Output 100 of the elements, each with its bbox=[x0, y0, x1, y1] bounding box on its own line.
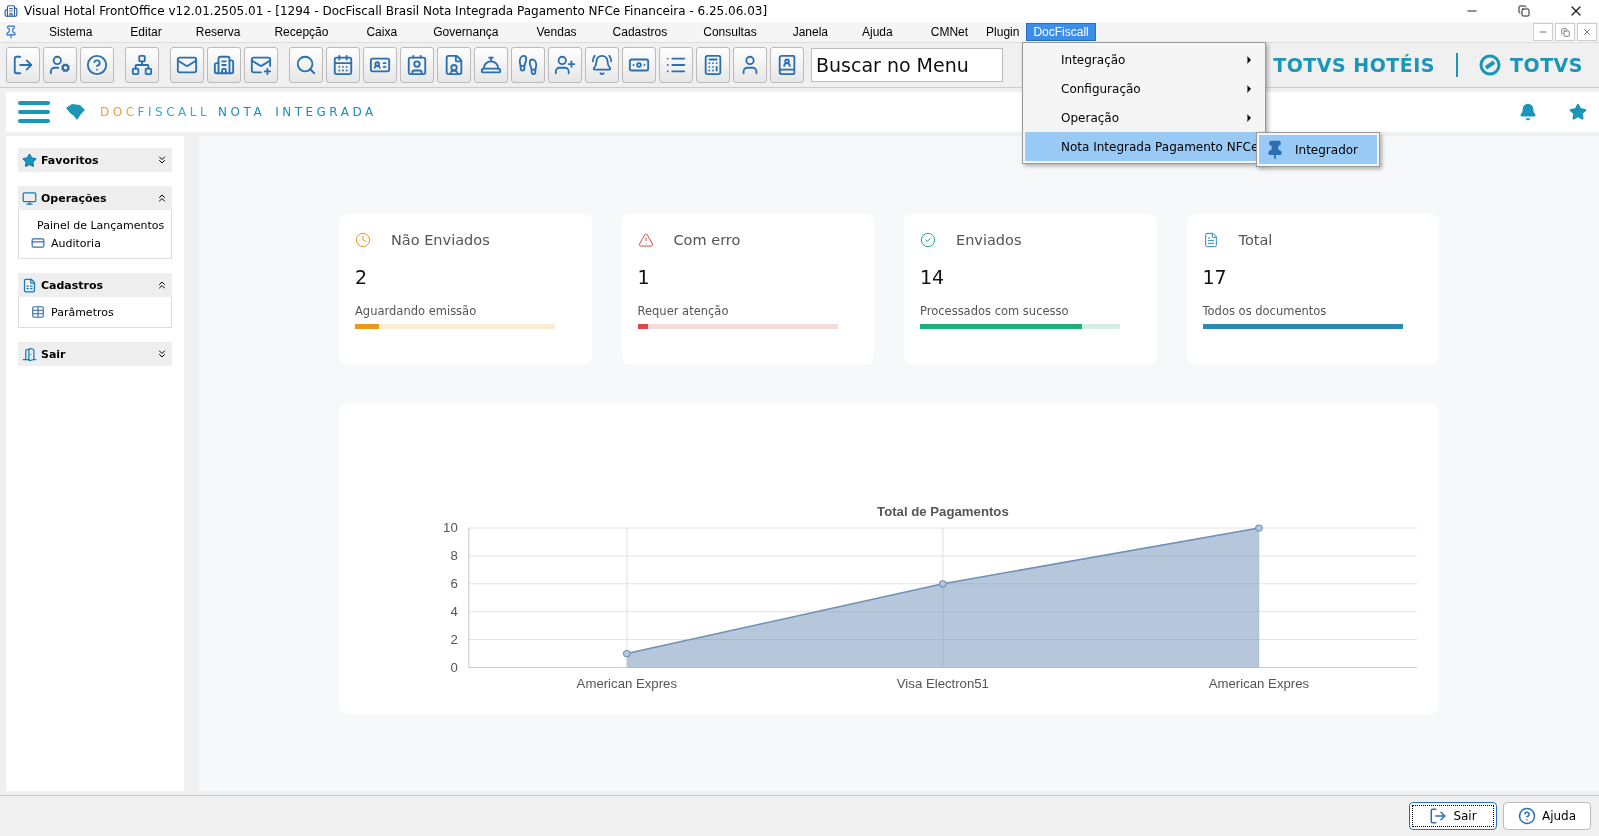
clock-icon bbox=[355, 232, 371, 248]
y-tick-label: 4 bbox=[450, 604, 458, 619]
card-caption: Requer atenção bbox=[637, 304, 730, 318]
section-title: Operações bbox=[41, 191, 108, 205]
pin-icon[interactable] bbox=[4, 25, 18, 39]
calendar-icon[interactable] bbox=[326, 47, 360, 83]
banknote-icon[interactable] bbox=[622, 47, 656, 83]
card-value: 17 bbox=[1202, 266, 1228, 288]
data-point bbox=[623, 649, 631, 658]
logo-text: NOTA bbox=[218, 105, 266, 119]
close-icon bbox=[1582, 27, 1592, 37]
person-icon[interactable] bbox=[733, 47, 767, 83]
warning-icon bbox=[637, 232, 654, 248]
spreadsheet-icon bbox=[22, 277, 37, 293]
x-tick-label: American Expres bbox=[576, 676, 678, 692]
envelope-icon[interactable] bbox=[170, 47, 204, 83]
y-tick-label: 8 bbox=[450, 548, 458, 563]
help-button[interactable]: Ajuda bbox=[1503, 802, 1591, 830]
bell-icon[interactable] bbox=[474, 47, 508, 83]
menu-item[interactable]: Caixa bbox=[359, 23, 405, 41]
menu-item[interactable]: CMNet bbox=[923, 23, 976, 41]
y-tick-label: 6 bbox=[450, 576, 458, 591]
document-icon bbox=[1202, 232, 1219, 248]
pin-icon bbox=[1265, 139, 1285, 160]
section-header[interactable]: Cadastros bbox=[18, 273, 172, 297]
door-icon[interactable] bbox=[6, 47, 40, 83]
app-icon bbox=[4, 4, 18, 18]
item-label: Parâmetros bbox=[51, 305, 114, 319]
x-tick-label: Visa Electron51 bbox=[896, 676, 989, 692]
menu-item[interactable]: Plugin bbox=[979, 23, 1027, 41]
ringing-bell-icon[interactable] bbox=[585, 47, 619, 83]
menu-icon[interactable] bbox=[18, 101, 50, 123]
building-icon[interactable] bbox=[207, 47, 241, 83]
search-field[interactable]: Buscar no Menu bbox=[811, 48, 1003, 82]
restore-icon bbox=[1560, 27, 1570, 37]
address-book-icon[interactable] bbox=[770, 47, 804, 83]
x-tick-label: American Expres bbox=[1208, 676, 1310, 692]
window-title: Visual Hotal FrontOffice v12.01.2505.01 - [1294 - DocFiscall Brasil Nota Integrada Pagamento NFCe Financeira - 6.25.06.03] bbox=[24, 4, 769, 18]
star-icon bbox=[22, 152, 37, 168]
section-title: Cadastros bbox=[41, 278, 105, 292]
section-title: Sair bbox=[41, 347, 67, 361]
item-label: Auditoria bbox=[51, 236, 101, 250]
table-icon bbox=[31, 305, 45, 319]
menu-item[interactable]: Vendas bbox=[529, 23, 584, 41]
y-tick-label: 2 bbox=[450, 632, 458, 647]
restore-icon[interactable] bbox=[1518, 5, 1530, 17]
card-title: Não Enviados bbox=[391, 232, 490, 248]
menu-item[interactable]: Janela bbox=[785, 23, 835, 41]
notification-icon[interactable] bbox=[1519, 103, 1537, 121]
document-user-icon[interactable] bbox=[437, 47, 471, 83]
y-tick-label: 10 bbox=[443, 520, 458, 536]
brand-name: TOTVS HOTÉIS bbox=[1273, 54, 1436, 76]
menu-item[interactable]: Governança bbox=[426, 23, 506, 41]
help-icon[interactable] bbox=[80, 47, 114, 83]
menu-item[interactable]: Sistema bbox=[42, 23, 100, 41]
logo-text: INTEGRADA bbox=[275, 105, 377, 119]
add-user-icon[interactable] bbox=[548, 47, 582, 83]
card-caption: Todos os documentos bbox=[1202, 304, 1328, 318]
data-point bbox=[939, 580, 947, 588]
footprints-icon[interactable] bbox=[511, 47, 545, 83]
chart-title: Total de Pagamentos bbox=[877, 504, 1009, 519]
menu-item[interactable]: Cadastros bbox=[605, 23, 675, 41]
card-title: Com erro bbox=[673, 232, 741, 248]
data-point bbox=[1255, 524, 1263, 532]
exit-icon bbox=[1429, 807, 1448, 825]
section-header[interactable]: Operações bbox=[18, 186, 172, 210]
contact-card-icon[interactable] bbox=[400, 47, 434, 83]
sidebar-item[interactable]: Auditoria bbox=[31, 236, 159, 250]
menu-item[interactable]: Recepção bbox=[267, 23, 336, 41]
section-header[interactable]: Sair bbox=[18, 342, 172, 366]
list-icon[interactable] bbox=[659, 47, 693, 83]
menu-item[interactable]: Editar bbox=[123, 23, 169, 41]
submenu-item[interactable]: Integrador bbox=[1259, 135, 1377, 164]
card-value: 2 bbox=[355, 266, 369, 288]
dropdown-item[interactable]: Configuração bbox=[1025, 74, 1263, 103]
monitor-icon bbox=[22, 190, 37, 206]
org-chart-icon[interactable] bbox=[125, 47, 159, 83]
star-icon[interactable] bbox=[1569, 103, 1587, 121]
card-title: Enviados bbox=[956, 232, 1022, 248]
dropdown-item[interactable]: Integração bbox=[1025, 45, 1263, 74]
card-value: 14 bbox=[920, 266, 946, 288]
id-card-icon[interactable] bbox=[363, 47, 397, 83]
exit-button[interactable]: Sair bbox=[1409, 802, 1497, 830]
check-circle-icon bbox=[920, 232, 936, 248]
sidebar-item[interactable]: Parâmetros bbox=[31, 305, 159, 319]
logo-text: DOC bbox=[100, 105, 138, 119]
section-header[interactable]: Favoritos bbox=[18, 148, 172, 172]
door-icon bbox=[22, 346, 37, 362]
help-icon bbox=[1517, 807, 1536, 825]
menu-item[interactable]: Consultas bbox=[696, 23, 764, 41]
menu-item[interactable]: Ajuda bbox=[855, 23, 900, 41]
logo-text: TOTVS bbox=[1510, 54, 1583, 76]
y-tick-label: 0 bbox=[450, 660, 458, 675]
menu-item[interactable]: Reserva bbox=[188, 23, 248, 41]
dropdown-item[interactable]: Operação bbox=[1025, 103, 1263, 132]
card-title: Total bbox=[1238, 232, 1273, 248]
logo-icon bbox=[1479, 54, 1502, 76]
section-title: Favoritos bbox=[41, 153, 100, 167]
close-button[interactable] bbox=[1577, 23, 1597, 41]
search-icon[interactable] bbox=[289, 47, 323, 83]
